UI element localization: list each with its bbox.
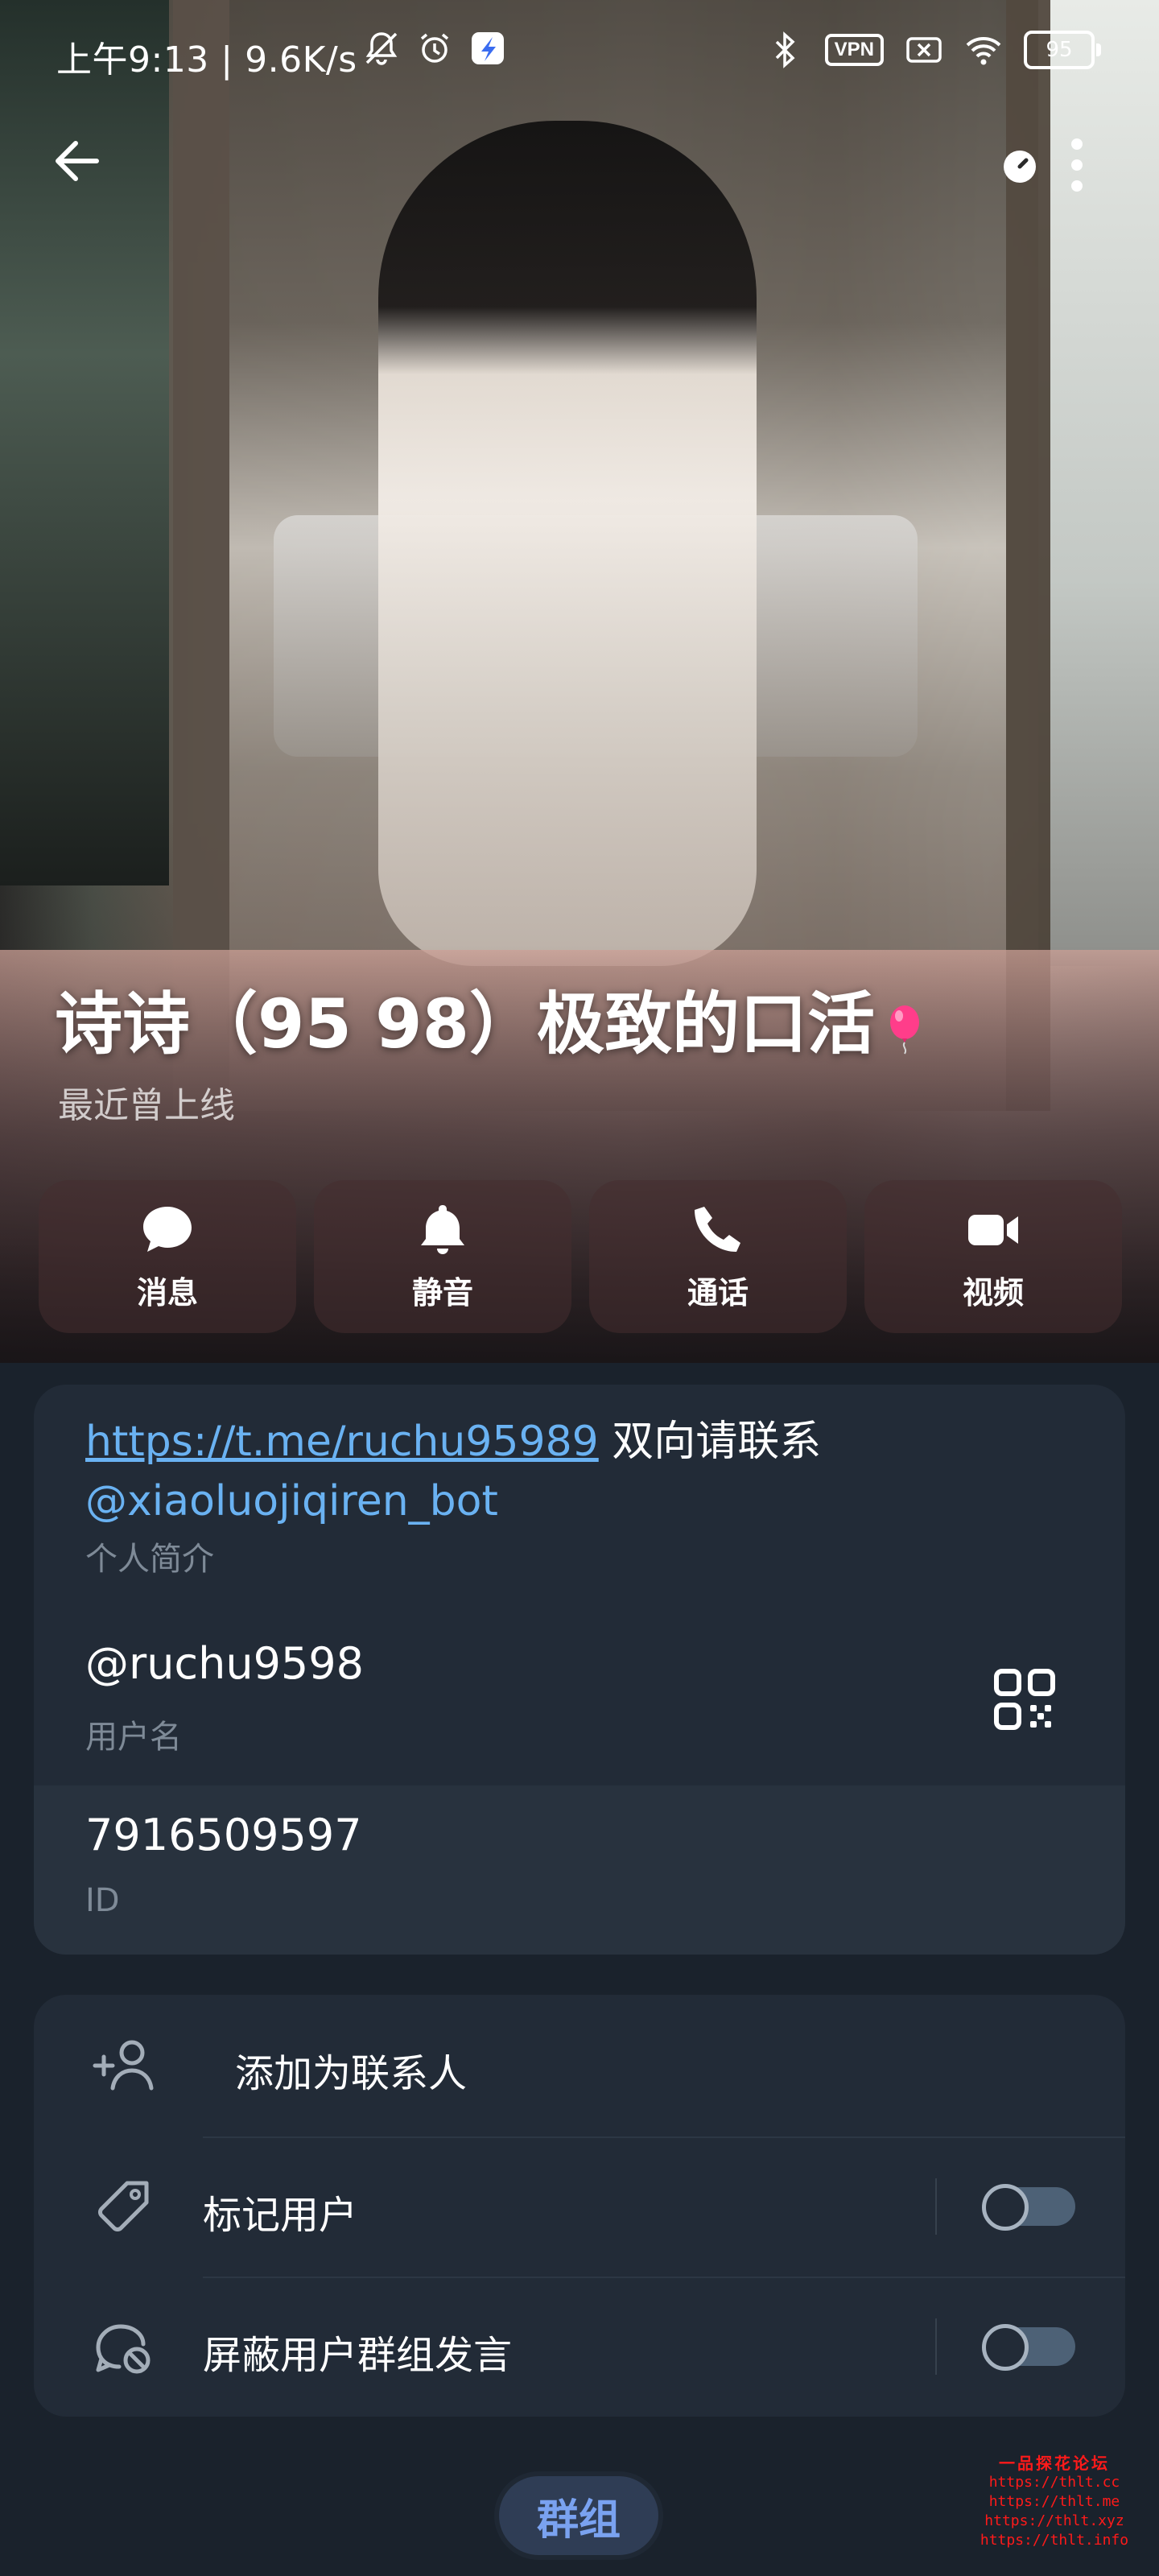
watermark-line: https://thlt.me	[988, 2493, 1120, 2510]
balloon-emoji-status-icon[interactable]	[885, 1005, 924, 1055]
watermark-line: https://thlt.cc	[988, 2474, 1120, 2491]
last-seen-status: 最近曾上线	[58, 1085, 235, 1126]
phone-icon	[695, 1206, 740, 1252]
mute-button-label: 静音	[411, 1274, 473, 1311]
tag-user-label: 标记用户	[203, 2193, 358, 2238]
block-group-speech-toggle[interactable]	[982, 2324, 1075, 2371]
bell-off-icon	[365, 32, 398, 65]
toggle-knob	[982, 2324, 1029, 2371]
qr-code-icon[interactable]	[992, 1666, 1058, 1732]
battery-indicator: 95	[1024, 31, 1101, 69]
tag-user-toggle[interactable]	[982, 2184, 1075, 2231]
user-id-value: 7916509597	[85, 1810, 362, 1860]
chat-bubble-icon	[143, 1206, 192, 1252]
bio-mention[interactable]: @xiaoluojiqiren_bot	[85, 1477, 498, 1525]
status-time: 上午9:13 | 9.6K/s	[56, 39, 357, 80]
groups-tab-button[interactable]: 群组	[494, 2471, 663, 2560]
user-id-label: ID	[85, 1882, 120, 1919]
photo-background-window-right	[1038, 0, 1159, 966]
watermark-title: 一品探花论坛	[999, 2454, 1110, 2473]
video-call-button[interactable]: 视频	[864, 1180, 1122, 1333]
username-value[interactable]: @ruchu9598	[85, 1638, 364, 1689]
vpn-badge: VPN	[824, 34, 884, 66]
bell-icon	[421, 1204, 464, 1254]
profile-options-card: 添加为联系人 标记用户 屏蔽用户群组发言	[34, 1995, 1125, 2417]
app-notification-icon	[472, 32, 504, 64]
bio-link[interactable]: https://t.me/ruchu95989	[85, 1418, 599, 1466]
wifi-icon	[966, 37, 1001, 65]
block-group-speech-row[interactable]: 屏蔽用户群组发言	[34, 2277, 1125, 2417]
status-icons-left	[362, 29, 507, 68]
video-call-button-label: 视频	[962, 1274, 1024, 1311]
auto-delete-timer-icon[interactable]	[1002, 149, 1037, 184]
add-person-icon	[93, 2040, 154, 2091]
message-button[interactable]: 消息	[39, 1180, 296, 1333]
separator	[935, 2178, 937, 2235]
alarm-clock-icon	[420, 33, 449, 63]
block-group-speech-label: 屏蔽用户群组发言	[203, 2333, 513, 2378]
profile-name: 诗诗（95 98）极致的口活	[55, 985, 876, 1063]
toggle-knob	[982, 2184, 1029, 2231]
bio-text-body: 双向请联系	[598, 1418, 822, 1466]
watermark-line: https://thlt.info	[980, 2532, 1129, 2549]
back-arrow-icon[interactable]	[48, 129, 113, 193]
profile-action-bar: 消息 静音 通话 视频	[39, 1180, 1122, 1333]
tag-icon	[98, 2181, 149, 2231]
profile-photo[interactable]	[0, 0, 1159, 1363]
video-camera-icon	[968, 1214, 1018, 1245]
watermark: 一品探花论坛 https://thlt.cc https://thlt.me h…	[974, 2454, 1135, 2550]
status-icons-right: VPN 95	[765, 31, 1101, 69]
no-sim-icon	[906, 37, 942, 63]
bio-label: 个人简介	[85, 1541, 214, 1578]
separator	[935, 2318, 937, 2375]
divider	[203, 2277, 1125, 2278]
tag-user-row[interactable]: 标记用户	[34, 2136, 1125, 2277]
bluetooth-icon	[775, 31, 795, 68]
message-button-label: 消息	[136, 1274, 198, 1311]
block-chat-icon	[96, 2324, 151, 2374]
mute-button[interactable]: 静音	[314, 1180, 571, 1333]
user-id-row[interactable]: 7916509597 ID	[34, 1785, 1125, 1955]
divider	[203, 2136, 1125, 2138]
status-bar: 上午9:13 | 9.6K/s VPN 95	[0, 24, 1159, 80]
photo-person	[378, 121, 757, 966]
call-button[interactable]: 通话	[589, 1180, 847, 1333]
bio-text[interactable]: https://t.me/ruchu95989 双向请联系 @xiaoluojiq…	[85, 1412, 1051, 1531]
add-contact-row[interactable]: 添加为联系人	[34, 1995, 1125, 2135]
call-button-label: 通话	[687, 1274, 749, 1311]
more-options-icon[interactable]	[1062, 133, 1091, 197]
username-label: 用户名	[85, 1719, 182, 1756]
profile-info-card: https://t.me/ruchu95989 双向请联系 @xiaoluojiq…	[34, 1385, 1125, 1955]
add-contact-label: 添加为联系人	[235, 2051, 468, 2096]
watermark-line: https://thlt.xyz	[984, 2512, 1124, 2529]
